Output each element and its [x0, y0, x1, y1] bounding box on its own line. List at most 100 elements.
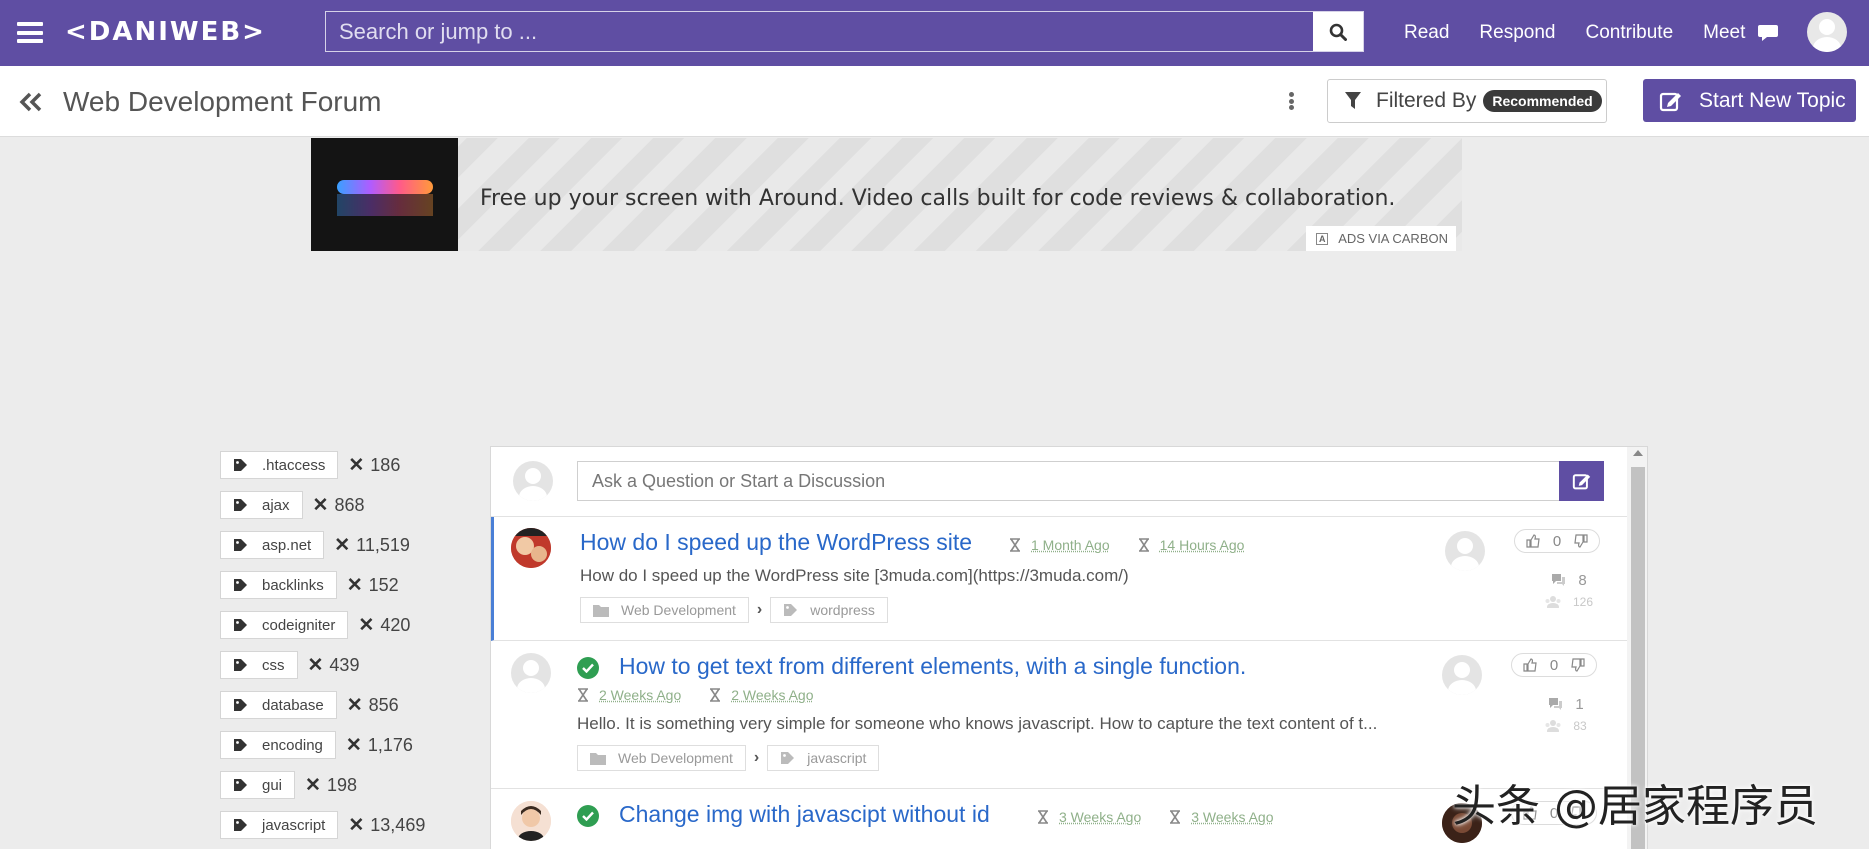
chevron-right-icon: › [753, 749, 760, 766]
check-icon [577, 805, 599, 827]
tag-button[interactable]: backlinks [220, 571, 337, 599]
nav-read[interactable]: Read [1404, 22, 1449, 44]
remove-icon[interactable]: ✕ [334, 534, 350, 557]
avatar[interactable] [511, 528, 551, 568]
tag-link[interactable]: wordpress [770, 597, 888, 623]
last-poster-avatar[interactable] [1445, 531, 1485, 571]
nav-contribute[interactable]: Contribute [1585, 22, 1673, 44]
nav-meet[interactable]: Meet [1703, 22, 1745, 44]
nav-respond[interactable]: Respond [1479, 22, 1555, 44]
tag-name: css [262, 656, 285, 674]
avatar[interactable] [511, 653, 551, 693]
hourglass-icon [1170, 810, 1181, 824]
topic-last-post[interactable]: 2 Weeks Ago [731, 687, 813, 703]
carbon-ad[interactable]: Free up your screen with Around. Video c… [311, 138, 1462, 251]
tag-button[interactable]: css [220, 651, 298, 679]
vote-count: 0 [1549, 656, 1559, 674]
thumbs-up-icon[interactable] [1526, 534, 1540, 548]
topic-title[interactable]: How to get text from different elements,… [619, 653, 1246, 680]
tag-icon [234, 578, 247, 591]
scroll-up-arrow[interactable] [1633, 450, 1643, 456]
remove-icon[interactable]: ✕ [313, 494, 329, 517]
topic-last-post[interactable]: 14 Hours Ago [1160, 537, 1245, 553]
remove-icon[interactable]: ✕ [308, 654, 324, 677]
back-icon[interactable] [18, 91, 44, 113]
tag-button[interactable]: gui [220, 771, 296, 799]
topic-last-post[interactable]: 3 Weeks Ago [1191, 809, 1273, 825]
folder-icon [590, 752, 606, 765]
search-input[interactable] [326, 12, 1314, 51]
thumbs-up-icon[interactable] [1523, 658, 1537, 672]
topic-started[interactable]: 3 Weeks Ago [1059, 809, 1141, 825]
edit-icon [1572, 474, 1590, 490]
tag-link[interactable]: javascript [767, 745, 880, 771]
views-icon [1545, 596, 1561, 608]
topic-started[interactable]: 2 Weeks Ago [599, 687, 681, 703]
ad-text: Free up your screen with Around. Video c… [480, 186, 1396, 211]
remove-icon[interactable]: ✕ [348, 454, 364, 477]
hamburger-icon[interactable] [17, 22, 43, 43]
remove-icon[interactable]: ✕ [347, 694, 363, 717]
remove-icon[interactable]: ✕ [305, 774, 321, 797]
tag-button[interactable]: encoding [220, 731, 336, 759]
topic-dates: 2 Weeks Ago 2 Weeks Ago [577, 687, 814, 703]
check-icon [577, 657, 599, 679]
replies-icon [1552, 574, 1566, 586]
ad-credit[interactable]: A ADS VIA CARBON [1306, 226, 1456, 251]
tag-count: 420 [380, 614, 411, 635]
tag-button[interactable]: database [220, 691, 337, 719]
topic-excerpt: Hello. It is something very simple for s… [577, 714, 1378, 733]
remove-icon[interactable]: ✕ [348, 814, 364, 837]
folder-icon [593, 604, 609, 617]
daniweb-logo[interactable]: <DANIWEB> [65, 14, 266, 50]
ask-question-input[interactable] [577, 461, 1563, 501]
user-avatar[interactable] [1807, 12, 1847, 52]
kebab-icon[interactable] [1284, 88, 1298, 114]
last-poster-avatar[interactable] [1442, 655, 1482, 695]
tag-name: codeigniter [262, 616, 336, 634]
tag-button[interactable]: codeigniter [220, 611, 349, 639]
thumbs-down-icon[interactable] [1571, 658, 1585, 672]
tag-button[interactable]: ajax [220, 491, 303, 519]
tag-icon [234, 458, 247, 471]
tag-filter-item: .htaccess ✕ 186 [220, 445, 460, 485]
tag-icon [234, 738, 247, 751]
thumbs-down-icon[interactable] [1574, 534, 1588, 548]
filter-button[interactable]: Filtered By Recommended [1327, 79, 1607, 123]
remove-icon[interactable]: ✕ [346, 734, 362, 757]
forum-link[interactable]: Web Development [580, 597, 749, 623]
tag-button[interactable]: javascript [220, 811, 339, 839]
avatar[interactable] [511, 801, 551, 841]
tag-count: 439 [329, 654, 360, 675]
vote-control: 0 [1511, 653, 1597, 677]
topic-started[interactable]: 1 Month Ago [1031, 537, 1110, 553]
breadcrumb: Web Development › javascript [577, 745, 880, 771]
search-button[interactable] [1313, 12, 1363, 51]
topic-row[interactable]: How to get text from different elements,… [491, 641, 1627, 789]
breadcrumb: Web Development › wordpress [580, 597, 888, 623]
forum-name: Web Development [618, 750, 733, 766]
tag-name: encoding [262, 736, 323, 754]
tag-icon [781, 751, 795, 764]
reply-count: 8 [1578, 571, 1587, 589]
ask-submit-button[interactable] [1559, 461, 1604, 501]
remove-icon[interactable]: ✕ [347, 574, 363, 597]
tag-name: backlinks [262, 576, 324, 594]
tag-count: 186 [370, 454, 401, 475]
topic-stats: 8 126 [1534, 569, 1604, 613]
tag-filter-item: database ✕ 856 [220, 685, 460, 725]
forum-link[interactable]: Web Development [577, 745, 746, 771]
tag-button[interactable]: .htaccess [220, 451, 339, 479]
remove-icon[interactable]: ✕ [358, 614, 374, 637]
view-count: 83 [1573, 719, 1587, 733]
tag-filter-item: css ✕ 439 [220, 645, 460, 685]
main-nav: Read Respond Contribute Meet [1404, 0, 1775, 66]
topic-title[interactable]: Change img with javascipt without id [619, 801, 990, 828]
topic-row[interactable]: How do I speed up the WordPress site 1 M… [491, 517, 1627, 641]
tag-filter-item: encoding ✕ 1,176 [220, 725, 460, 765]
start-new-topic-button[interactable]: Start New Topic [1643, 79, 1856, 122]
topic-title[interactable]: How do I speed up the WordPress site [580, 529, 972, 556]
tag-count: 1,176 [367, 734, 413, 755]
chat-icon[interactable] [1757, 21, 1779, 43]
tag-button[interactable]: asp.net [220, 531, 325, 559]
